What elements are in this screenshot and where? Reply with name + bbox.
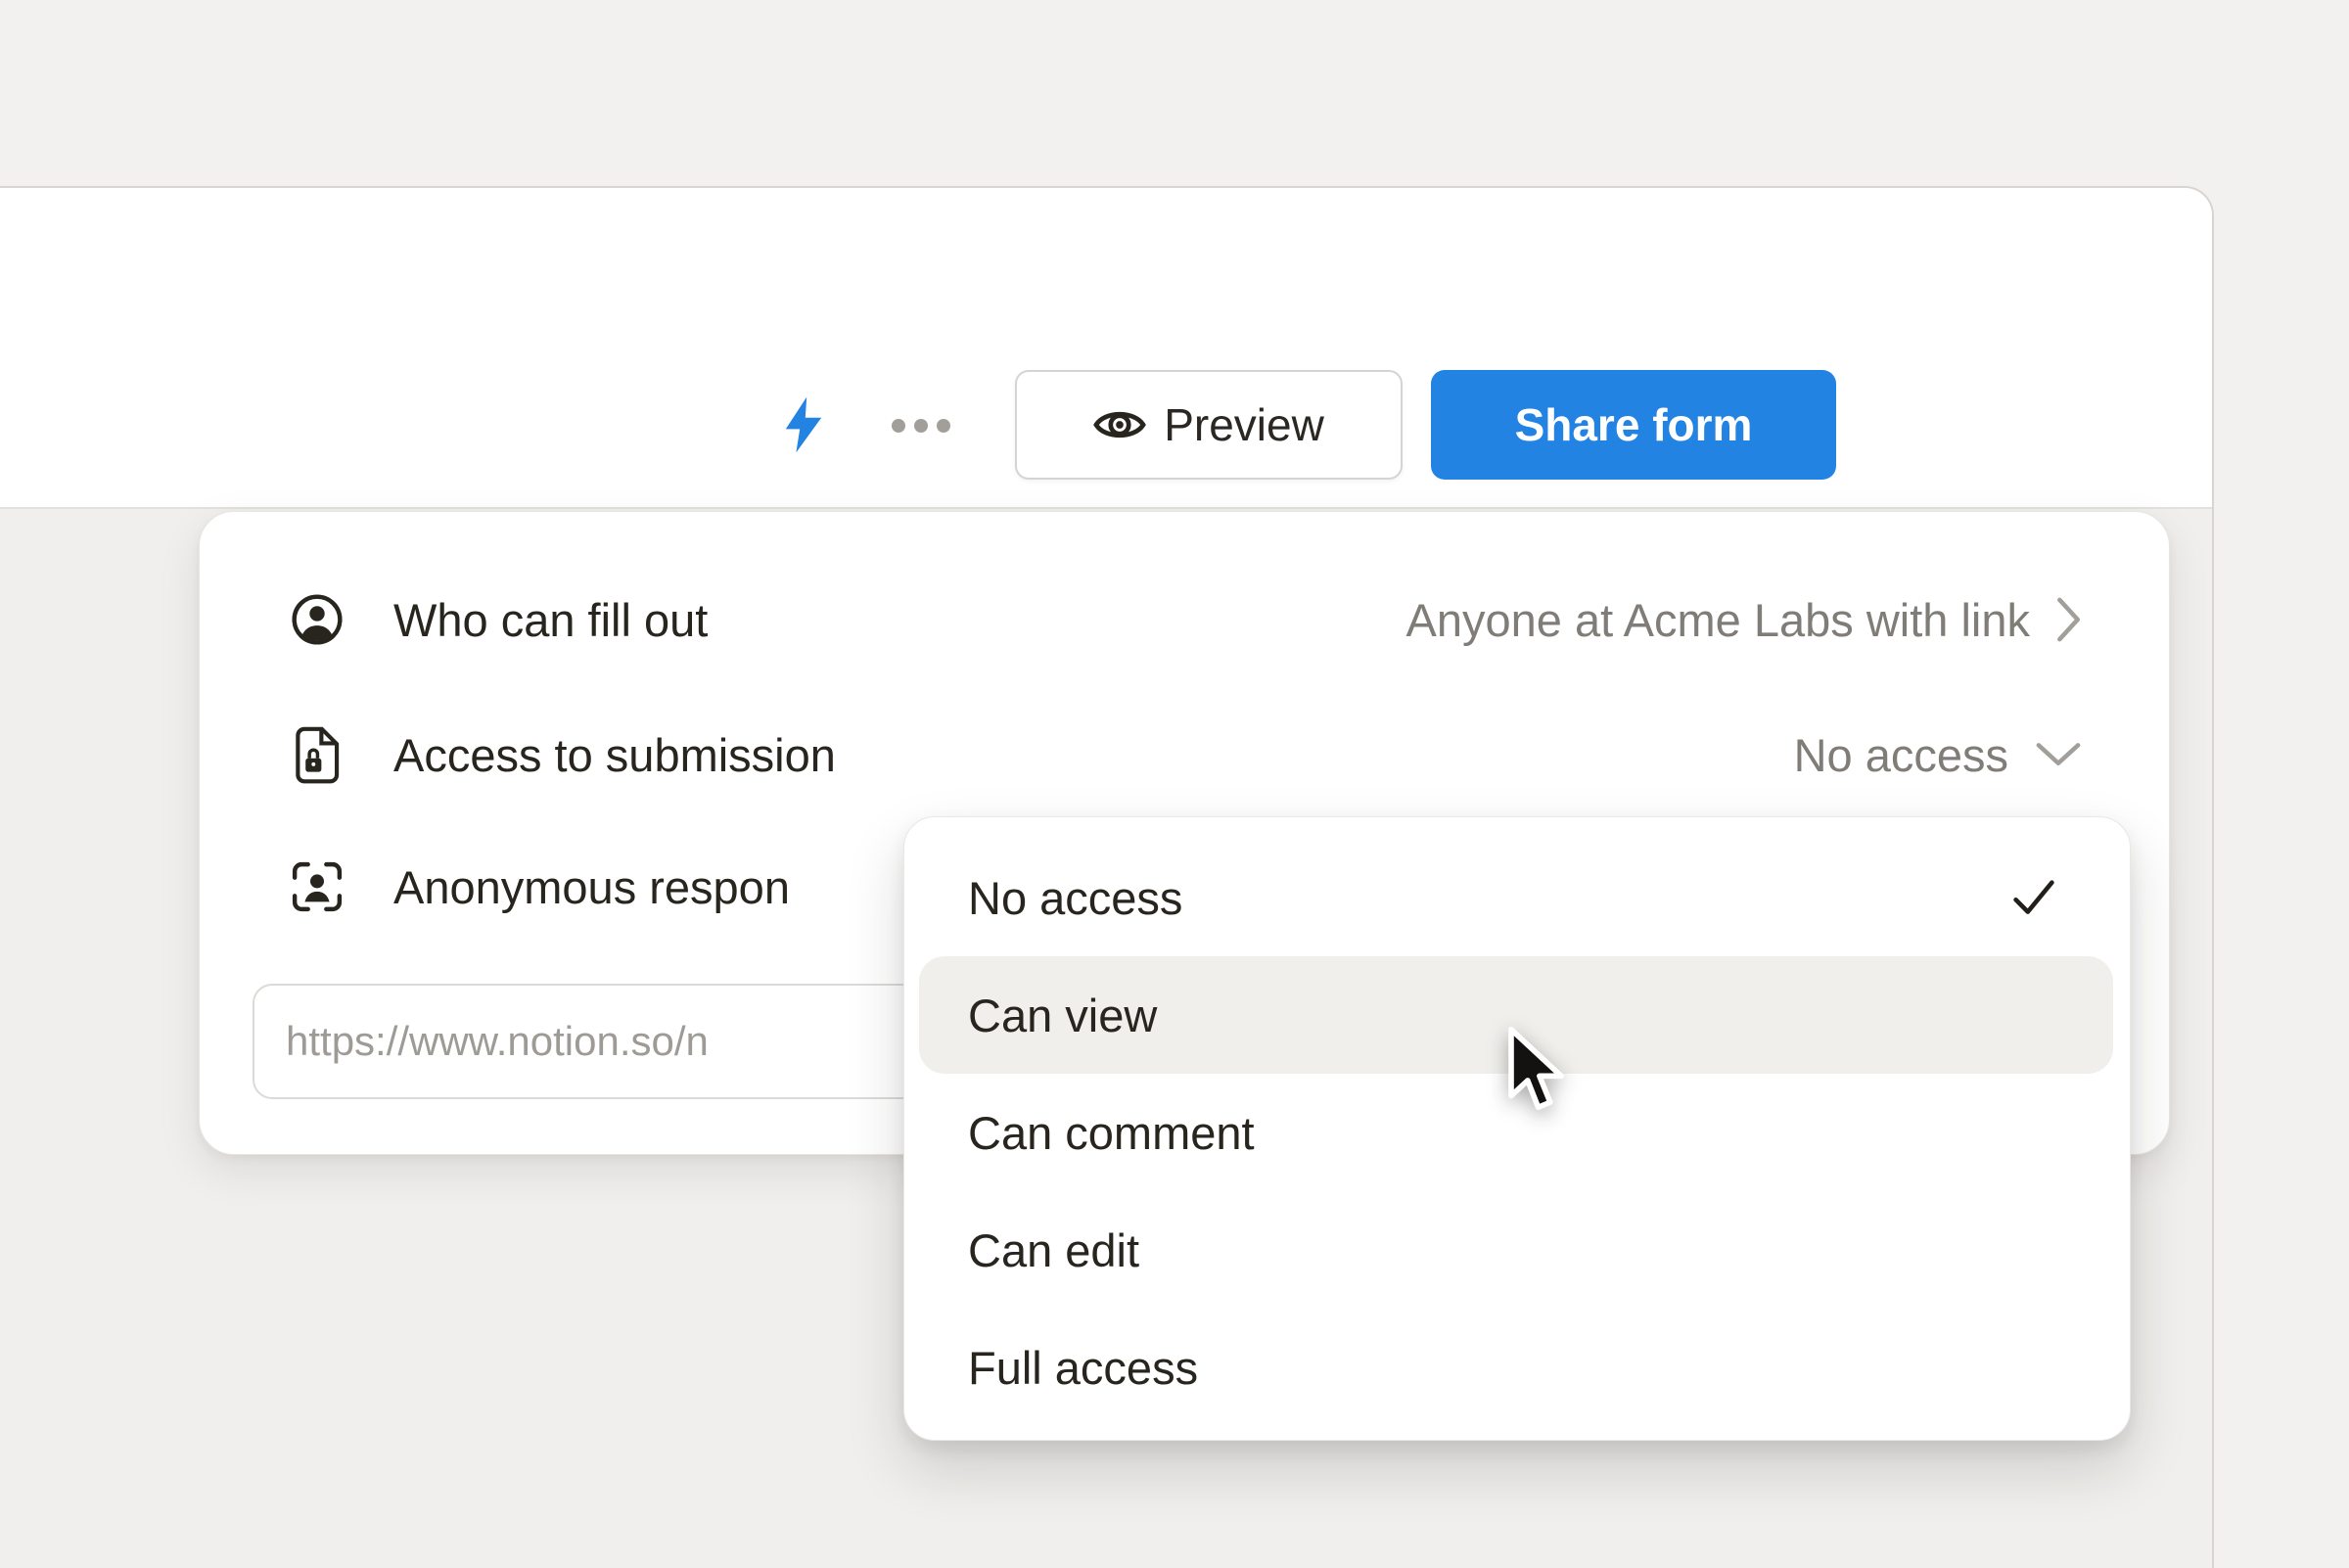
- dropdown-item-no-access[interactable]: No access: [904, 839, 2130, 956]
- more-icon: [892, 419, 905, 433]
- dropdown-item-can-edit[interactable]: Can edit: [904, 1191, 2130, 1309]
- access-to-submission-value[interactable]: No access: [1794, 728, 2083, 782]
- chevron-down-icon: [2034, 741, 2083, 768]
- row-label: Who can fill out: [393, 593, 708, 647]
- chevron-right-icon: [2055, 595, 2083, 644]
- row-label: Anonymous respon: [393, 860, 790, 914]
- anonymous-person-icon: [290, 859, 345, 914]
- access-level-dropdown: No access Can view Can comment Can edit …: [903, 816, 2131, 1441]
- lightning-icon: [782, 395, 825, 454]
- dropdown-item-full-access[interactable]: Full access: [904, 1309, 2130, 1426]
- more-options-button[interactable]: [892, 419, 950, 433]
- app-window: Preview Share form Who can fill out: [0, 186, 2214, 1568]
- screenshot-stage: Preview Share form Who can fill out: [0, 0, 2349, 1566]
- dropdown-item-can-comment[interactable]: Can comment: [904, 1074, 2130, 1191]
- form-builder-toolbar: Preview Share form: [0, 188, 2212, 509]
- dropdown-item-can-view[interactable]: Can view: [919, 956, 2113, 1074]
- preview-button[interactable]: Preview: [1015, 370, 1403, 480]
- share-form-button[interactable]: Share form: [1431, 370, 1836, 480]
- who-can-fill-out-value[interactable]: Anyone at Acme Labs with link: [1406, 593, 2083, 647]
- check-icon: [2011, 877, 2056, 918]
- row-who-can-fill-out[interactable]: Who can fill out Anyone at Acme Labs wit…: [200, 551, 2169, 688]
- document-lock-icon: [290, 727, 345, 782]
- preview-button-label: Preview: [1164, 398, 1324, 451]
- row-access-to-submission[interactable]: Access to submission No access: [200, 686, 2169, 823]
- row-label: Access to submission: [393, 728, 836, 782]
- eye-icon: [1093, 398, 1146, 451]
- person-circle-icon: [290, 592, 345, 647]
- lightning-button[interactable]: [782, 395, 825, 454]
- share-form-button-label: Share form: [1515, 398, 1753, 451]
